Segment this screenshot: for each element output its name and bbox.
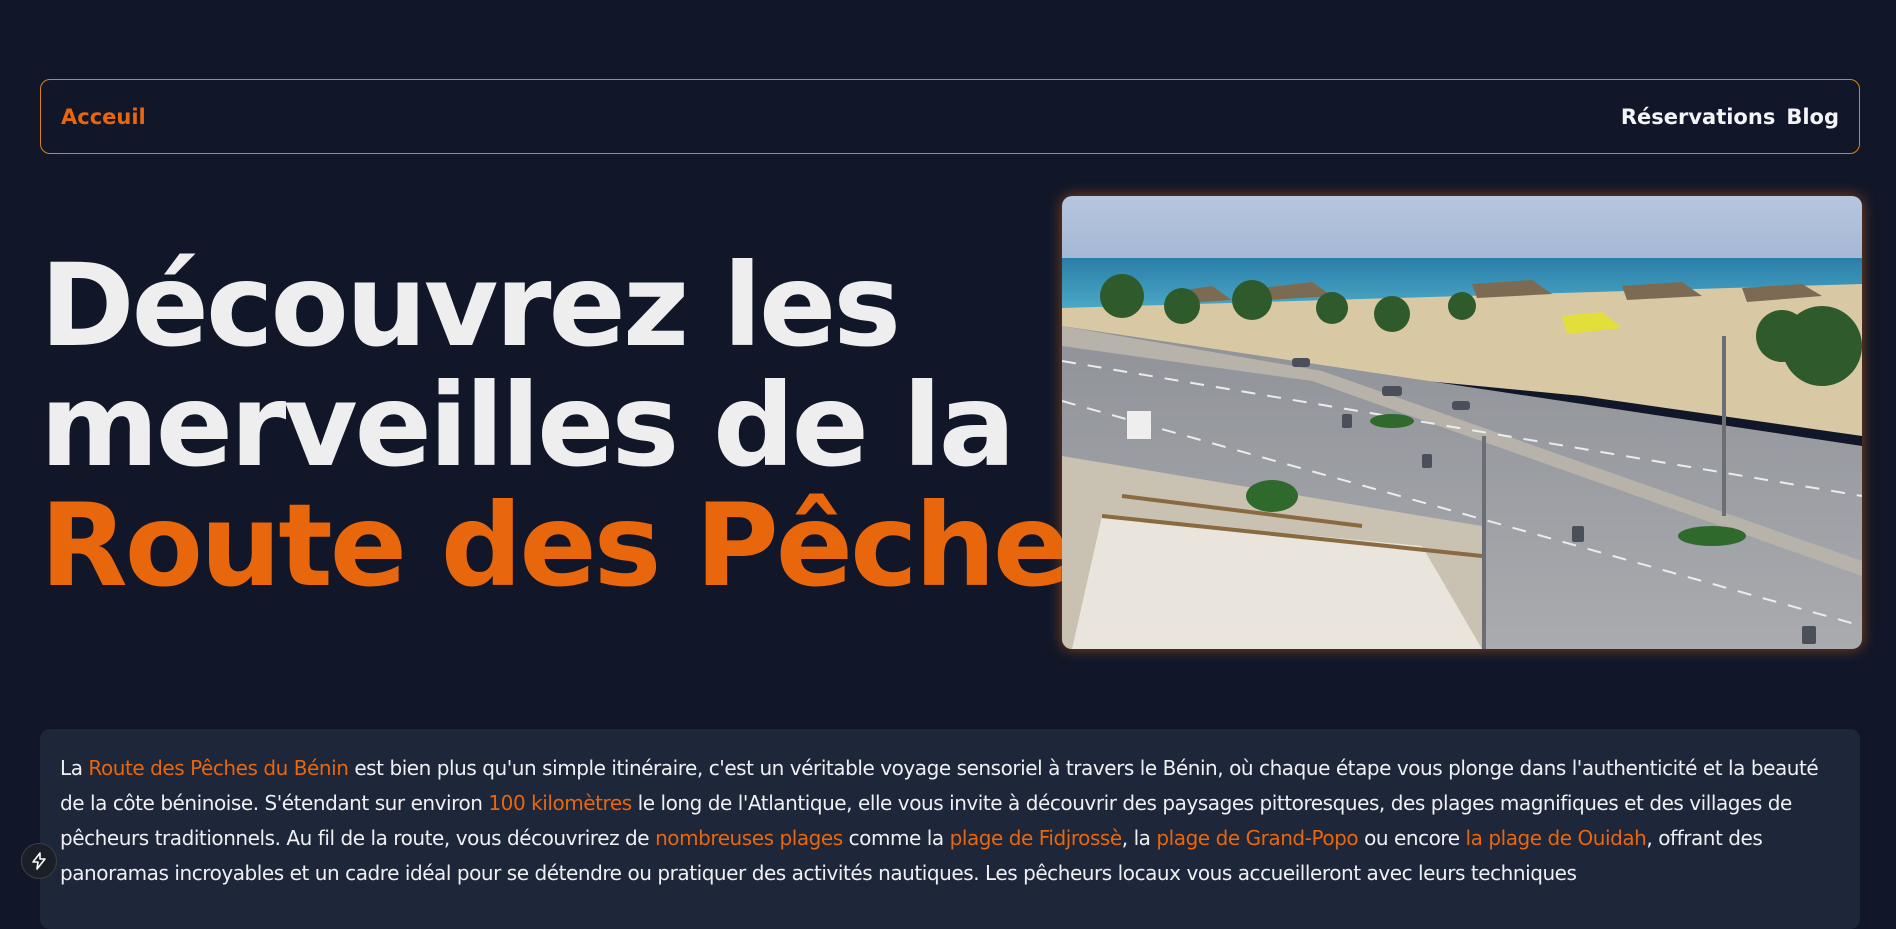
- hero-image: [1062, 196, 1862, 649]
- nav-right-links: Réservations Blog: [1621, 105, 1839, 129]
- intro-card: La Route des Pêches du Bénin est bien pl…: [40, 729, 1860, 929]
- intro-text: La: [60, 756, 89, 780]
- lightning-icon: [32, 852, 46, 870]
- intro-text: , la: [1121, 826, 1157, 850]
- nav-link-blog[interactable]: Blog: [1786, 105, 1839, 129]
- intro-link-route[interactable]: Route des Pêches du Bénin: [88, 756, 348, 780]
- hero-title-line-2: merveilles de la: [40, 359, 1016, 492]
- hero-title: Découvrez les merveilles de la Route des…: [40, 246, 1135, 606]
- top-navbar: Acceuil Réservations Blog: [40, 79, 1860, 154]
- hero-title-line-1: Découvrez les: [40, 239, 901, 372]
- intro-highlight-distance: 100 kilomètres: [488, 791, 632, 815]
- intro-link-fidjrosse[interactable]: plage de Fidjrossè: [950, 826, 1123, 850]
- beach-road-photo-icon: [1062, 196, 1862, 649]
- intro-text: comme la: [842, 826, 950, 850]
- nav-link-home[interactable]: Acceuil: [61, 105, 146, 129]
- intro-link-beaches[interactable]: nombreuses plages: [655, 826, 843, 850]
- hero-title-accent: Route des Pêches: [40, 479, 1135, 612]
- intro-link-ouidah[interactable]: la plage de Ouidah: [1466, 826, 1647, 850]
- nav-link-reservations[interactable]: Réservations: [1621, 105, 1776, 129]
- floating-action-button[interactable]: [21, 843, 57, 879]
- intro-text: ou encore: [1358, 826, 1466, 850]
- intro-link-grand-popo[interactable]: plage de Grand-Popo: [1156, 826, 1358, 850]
